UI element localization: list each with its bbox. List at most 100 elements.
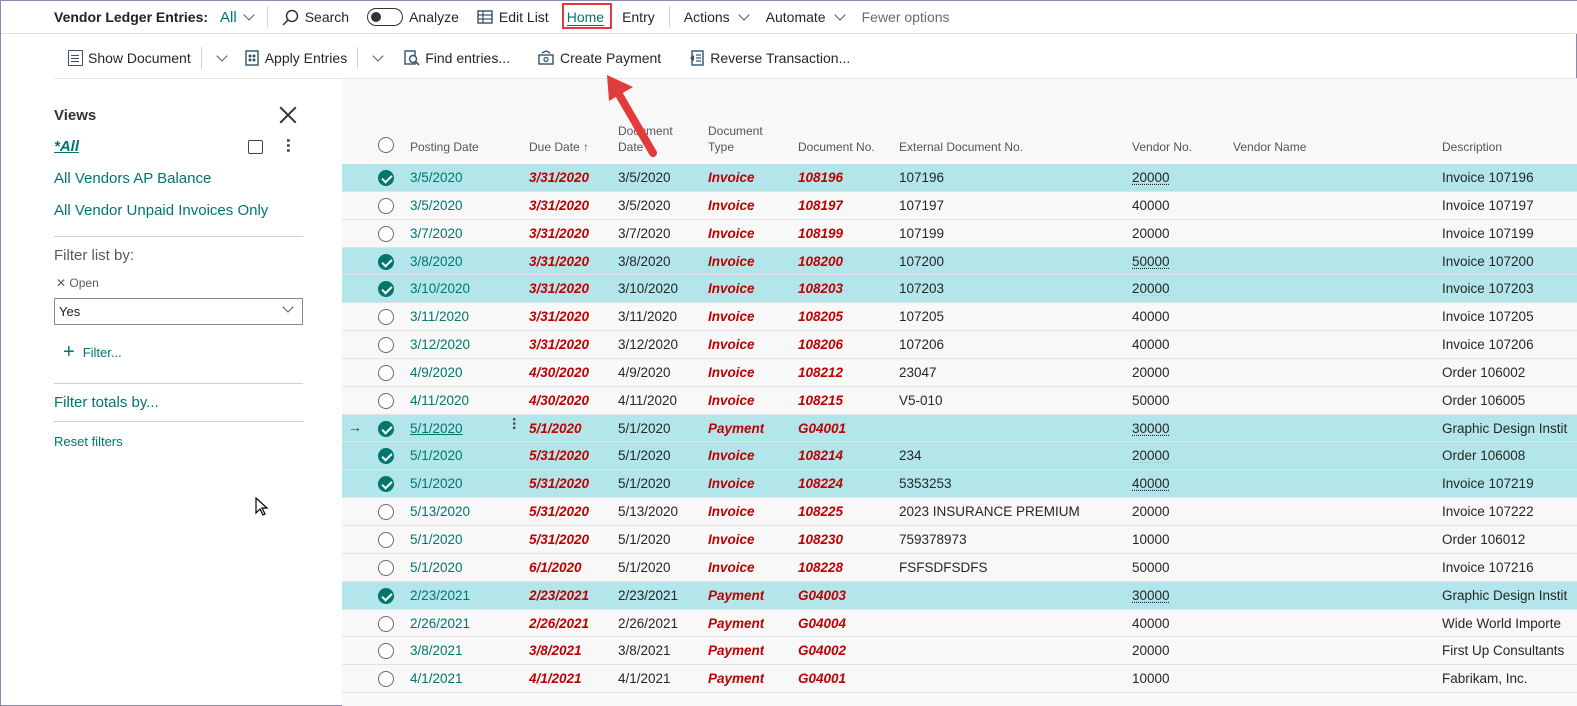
row-select-checkbox[interactable]: [378, 364, 394, 381]
filter-field[interactable]: ✕ Open: [56, 276, 99, 290]
select-all-checkbox[interactable]: [378, 137, 394, 153]
vendor-no-cell[interactable]: 20000: [1132, 170, 1170, 185]
posting-date-cell[interactable]: 3/11/2020: [410, 309, 469, 324]
table-row[interactable]: 3/8/2021 3/8/2021 3/8/2021 Payment G04002 200…: [342, 637, 1577, 666]
table-row[interactable]: 3/12/2020 3/31/2020 3/12/2020 Invoice 108206…: [342, 331, 1577, 359]
vendor-no-cell[interactable]: 40000: [1132, 309, 1170, 324]
table-row[interactable]: 2/26/2021 2/26/2021 2/26/2021 Payment G04004…: [342, 610, 1577, 638]
save-view-icon[interactable]: [248, 140, 263, 154]
posting-date-cell[interactable]: 3/8/2020: [410, 254, 463, 269]
vendor-no-cell[interactable]: 40000: [1132, 476, 1170, 491]
posting-date-cell[interactable]: 3/12/2020: [410, 337, 470, 352]
row-select-checkbox[interactable]: [378, 615, 394, 632]
tab-entry[interactable]: Entry: [622, 9, 655, 25]
table-row[interactable]: 3/5/2020 3/31/2020 3/5/2020 Invoice 108196 10…: [342, 164, 1577, 192]
posting-date-cell[interactable]: 3/5/2020: [410, 198, 463, 213]
reverse-transaction-button[interactable]: Reverse Transaction...: [689, 50, 850, 66]
row-select-checkbox[interactable]: [378, 504, 394, 521]
vendor-no-cell[interactable]: 40000: [1132, 337, 1170, 352]
search-button[interactable]: Search: [282, 9, 349, 26]
show-document-button[interactable]: Show Document: [68, 49, 191, 66]
table-row[interactable]: 5/1/2020 5/31/2020 5/1/2020 Invoice 108214 23…: [342, 442, 1577, 471]
vendor-no-cell[interactable]: 50000: [1132, 254, 1170, 269]
posting-date-cell[interactable]: 3/10/2020: [410, 281, 470, 296]
posting-date-cell[interactable]: 5/13/2020: [410, 504, 470, 519]
row-select-checkbox[interactable]: [378, 531, 394, 548]
vendor-no-cell[interactable]: 50000: [1132, 393, 1170, 408]
vendor-no-cell[interactable]: 20000: [1132, 226, 1170, 241]
table-row[interactable]: 5/1/2020 6/1/2020 5/1/2020 Invoice 108228 FSF…: [342, 554, 1577, 582]
filter-totals-by-link[interactable]: Filter totals by...: [54, 394, 159, 411]
table-row[interactable]: 3/11/2020 3/31/2020 3/11/2020 Invoice 108205…: [342, 303, 1577, 332]
show-document-more-button[interactable]: [214, 49, 228, 62]
table-row[interactable]: 4/1/2021 4/1/2021 4/1/2021 Payment G04001 100…: [342, 665, 1577, 694]
apply-entries-more-button[interactable]: [370, 49, 384, 62]
column-description[interactable]: Description: [1442, 139, 1502, 155]
row-select-checkbox[interactable]: [378, 253, 394, 270]
more-options-icon[interactable]: ···: [278, 138, 298, 153]
table-row[interactable]: 3/7/2020 3/31/2020 3/7/2020 Invoice 108199 10…: [342, 220, 1577, 248]
posting-date-cell[interactable]: 3/5/2020: [410, 170, 463, 185]
row-select-checkbox[interactable]: [378, 309, 394, 326]
row-select-checkbox[interactable]: [378, 392, 394, 409]
posting-date-cell[interactable]: 5/1/2020: [410, 448, 463, 463]
table-row[interactable]: 5/1/2020 5/31/2020 5/1/2020 Invoice 108230 75…: [342, 526, 1577, 554]
actions-menu[interactable]: Actions: [684, 9, 750, 25]
table-row[interactable]: 3/5/2020 3/31/2020 3/5/2020 Invoice 108197 10…: [342, 192, 1577, 220]
vendor-no-cell[interactable]: 20000: [1132, 448, 1170, 463]
table-row[interactable]: 5/13/2020 5/31/2020 5/13/2020 Invoice 108225…: [342, 498, 1577, 526]
vendor-no-cell[interactable]: 50000: [1132, 560, 1170, 575]
posting-date-cell[interactable]: 3/8/2021: [410, 643, 463, 658]
row-select-checkbox[interactable]: [378, 281, 394, 298]
column-external-document-no[interactable]: External Document No.: [899, 139, 1023, 155]
row-select-checkbox[interactable]: [378, 448, 394, 465]
analyze-toggle[interactable]: Analyze: [367, 8, 459, 26]
vendor-no-cell[interactable]: 20000: [1132, 365, 1170, 380]
row-more-options-icon[interactable]: ···: [504, 417, 522, 430]
automate-menu[interactable]: Automate: [766, 9, 846, 25]
posting-date-cell[interactable]: 5/1/2020: [410, 532, 463, 547]
row-select-checkbox[interactable]: [378, 420, 394, 437]
table-row[interactable]: 4/9/2020 4/30/2020 4/9/2020 Invoice 108212 23…: [342, 359, 1577, 387]
fewer-options-button[interactable]: Fewer options: [862, 9, 950, 25]
row-select-checkbox[interactable]: [378, 559, 394, 576]
close-icon[interactable]: [277, 104, 299, 126]
column-due-date[interactable]: Due Date ↑: [529, 139, 589, 155]
posting-date-cell[interactable]: 4/11/2020: [410, 393, 469, 408]
add-filter-button[interactable]: + Filter...: [63, 342, 122, 362]
vendor-no-cell[interactable]: 20000: [1132, 281, 1170, 296]
posting-date-cell[interactable]: 4/9/2020: [410, 365, 463, 380]
column-document-type[interactable]: Document Type: [708, 123, 763, 155]
view-all-vendors-ap-balance[interactable]: All Vendors AP Balance: [54, 170, 211, 187]
row-select-checkbox[interactable]: [378, 643, 394, 660]
table-row[interactable]: 3/8/2020 3/31/2020 3/8/2020 Invoice 108200 10…: [342, 247, 1577, 276]
apply-entries-button[interactable]: Apply Entries: [244, 50, 347, 66]
edit-list-button[interactable]: Edit List: [477, 9, 549, 25]
row-select-checkbox[interactable]: [378, 170, 394, 186]
reset-filters-link[interactable]: Reset filters: [54, 434, 123, 449]
posting-date-cell[interactable]: 5/1/2020: [410, 421, 463, 436]
vendor-no-cell[interactable]: 10000: [1132, 671, 1170, 686]
vendor-no-cell[interactable]: 20000: [1132, 643, 1170, 658]
table-row[interactable]: 4/11/2020 4/30/2020 4/11/2020 Invoice 108215…: [342, 387, 1577, 415]
filter-value-select[interactable]: Yes: [54, 298, 303, 325]
posting-date-cell[interactable]: 2/26/2021: [410, 616, 470, 631]
posting-date-cell[interactable]: 4/1/2021: [410, 671, 463, 686]
column-vendor-no[interactable]: Vendor No.: [1132, 139, 1192, 155]
row-select-checkbox[interactable]: [378, 587, 394, 604]
vendor-no-cell[interactable]: 30000: [1132, 588, 1170, 603]
column-posting-date[interactable]: Posting Date: [410, 139, 479, 155]
posting-date-cell[interactable]: 5/1/2020: [410, 560, 463, 575]
tab-home[interactable]: Home: [561, 3, 612, 29]
table-row[interactable]: 5/1/2020 5/31/2020 5/1/2020 Invoice 108224 53…: [342, 470, 1577, 499]
row-select-checkbox[interactable]: [378, 225, 394, 242]
remove-filter-icon[interactable]: ✕: [56, 276, 69, 290]
table-row[interactable]: 2/23/2021 2/23/2021 2/23/2021 Payment G04003…: [342, 581, 1577, 610]
column-vendor-name[interactable]: Vendor Name: [1233, 139, 1306, 155]
row-select-checkbox[interactable]: [378, 197, 394, 214]
row-select-checkbox[interactable]: [378, 337, 394, 354]
create-payment-button[interactable]: Create Payment: [538, 50, 661, 66]
posting-date-cell[interactable]: 2/23/2021: [410, 588, 470, 603]
vendor-no-cell[interactable]: 40000: [1132, 616, 1170, 631]
column-document-no[interactable]: Document No.: [798, 139, 875, 155]
